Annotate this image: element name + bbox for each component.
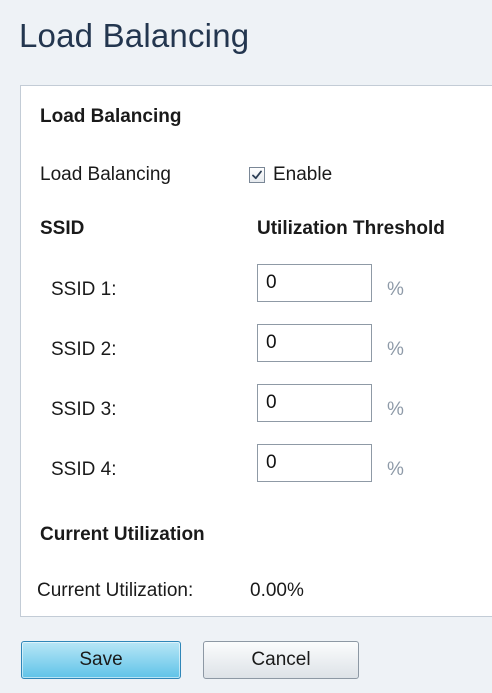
percent-unit: %	[387, 339, 404, 360]
ssid-row-label: SSID 4:	[51, 459, 117, 480]
ssid-column-header: SSID	[40, 218, 85, 239]
enable-checkbox[interactable]	[249, 167, 265, 183]
threshold-column-header: Utilization Threshold	[257, 218, 445, 239]
ssid-4-threshold-input[interactable]	[257, 444, 372, 482]
ssid-row-label: SSID 1:	[51, 279, 117, 300]
ssid-3-threshold-input[interactable]	[257, 384, 372, 422]
ssid-row-label: SSID 2:	[51, 339, 117, 360]
percent-unit: %	[387, 399, 404, 420]
current-utilization-label: Current Utilization:	[37, 580, 194, 601]
page-title: Load Balancing	[19, 17, 250, 54]
percent-unit: %	[387, 459, 404, 480]
checkmark-icon	[252, 170, 262, 180]
ssid-row-label: SSID 3:	[51, 399, 117, 420]
section-title-current-utilization: Current Utilization	[40, 524, 205, 545]
load-balancing-label: Load Balancing	[40, 164, 171, 185]
ssid-2-threshold-input[interactable]	[257, 324, 372, 362]
load-balancing-panel: Load Balancing Load Balancing Enable SSI…	[20, 85, 492, 617]
percent-unit: %	[387, 279, 404, 300]
ssid-1-threshold-input[interactable]	[257, 264, 372, 302]
save-button[interactable]: Save	[21, 641, 181, 679]
enable-label: Enable	[273, 164, 333, 185]
current-utilization-value: 0.00%	[250, 580, 304, 601]
section-title-load-balancing: Load Balancing	[40, 106, 182, 127]
cancel-button[interactable]: Cancel	[203, 641, 359, 679]
